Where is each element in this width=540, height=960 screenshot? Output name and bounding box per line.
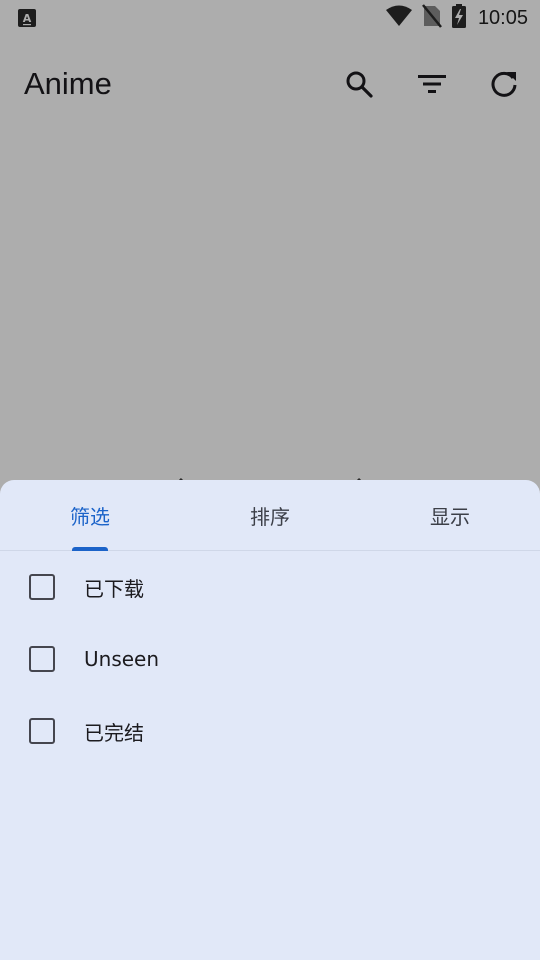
bottom-sheet: 筛选 排序 显示 已下载 Unseen 已完结	[0, 480, 540, 960]
tab-label: 显示	[430, 504, 470, 529]
tab-label: 筛选	[70, 504, 110, 529]
tab-label: 排序	[250, 504, 290, 529]
checkbox[interactable]	[29, 646, 55, 672]
checkbox[interactable]	[29, 718, 55, 744]
tab-bar: 筛选 排序 显示	[0, 480, 540, 551]
filter-item-unseen[interactable]: Unseen	[0, 623, 540, 695]
filter-list: 已下载 Unseen 已完结	[0, 551, 540, 767]
tab-display[interactable]: 显示	[360, 480, 540, 550]
checkbox[interactable]	[29, 574, 55, 600]
filter-label: Unseen	[84, 647, 160, 671]
filter-label: 已下载	[84, 576, 144, 601]
filter-label: 已完结	[84, 720, 144, 745]
filter-item-completed[interactable]: 已完结	[0, 695, 540, 767]
tab-filter[interactable]: 筛选	[0, 480, 180, 551]
tab-sort[interactable]: 排序	[180, 480, 360, 550]
filter-item-downloaded[interactable]: 已下载	[0, 551, 540, 623]
